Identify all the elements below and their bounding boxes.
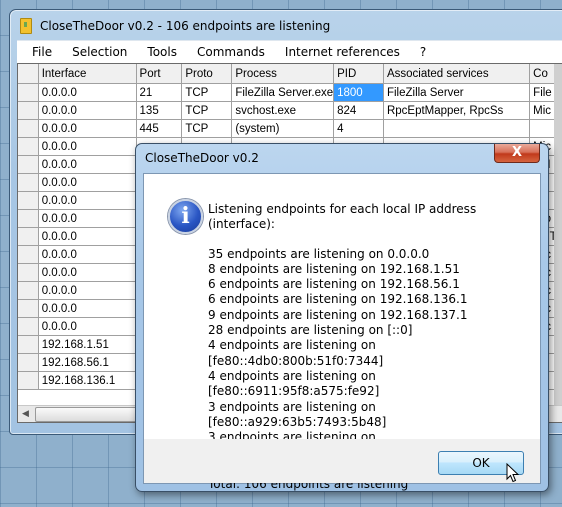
cell-interface[interactable]: 0.0.0.0: [38, 83, 137, 102]
cell-interface[interactable]: 0.0.0.0: [38, 119, 137, 138]
cell-pid[interactable]: 4: [333, 119, 384, 138]
cell-interface[interactable]: 0.0.0.0: [38, 173, 137, 192]
close-icon: X: [511, 145, 523, 160]
cell-proto[interactable]: TCP: [181, 83, 233, 102]
cell-interface[interactable]: 0.0.0.0: [38, 155, 137, 174]
dialog-title: CloseTheDoor v0.2: [145, 151, 259, 165]
column-header-pid[interactable]: PID: [333, 64, 384, 84]
cell-interface[interactable]: 0.0.0.0: [38, 263, 137, 282]
message-line: 4 endpoints are listening on [fe80::6911…: [208, 368, 380, 399]
cell-interface[interactable]: 0.0.0.0: [38, 281, 137, 300]
window-title: CloseTheDoor v0.2 - 106 endpoints are li…: [40, 19, 331, 33]
cell-pid[interactable]: 824: [333, 101, 384, 120]
table-row[interactable]: 0.0.0.0 135 TCP svchost.exe 824 RpcEptMapper,…: [18, 101, 562, 120]
cell-associated-services[interactable]: FileZilla Server: [383, 83, 531, 102]
mouse-cursor-icon: [506, 463, 520, 483]
info-dialog: CloseTheDoor v0.2 X i Listening endpoint…: [135, 143, 549, 492]
row-header[interactable]: [18, 353, 39, 372]
message-line: 6 endpoints are listening on 192.168.136…: [208, 292, 468, 307]
column-header-associated-services[interactable]: Associated services: [383, 64, 531, 84]
row-header[interactable]: [18, 137, 39, 156]
column-header-process[interactable]: Process: [231, 64, 335, 84]
grid-right-edge: [554, 64, 562, 406]
row-header[interactable]: [18, 335, 39, 354]
row-header[interactable]: [18, 101, 39, 120]
row-header[interactable]: [18, 281, 39, 300]
message-line: 3 endpoints are listening on [fe80::a929…: [208, 399, 387, 429]
row-header-corner: [18, 64, 39, 84]
menu-internet-references[interactable]: Internet references: [276, 45, 409, 59]
cell-proto[interactable]: TCP: [181, 101, 233, 120]
row-header[interactable]: [18, 299, 39, 318]
message-line: 35 endpoints are listening on 0.0.0.0: [208, 246, 430, 261]
cell-proto[interactable]: TCP: [181, 119, 233, 138]
message-lines: 35 endpoints are listening on 0.0.0.0 8 e…: [208, 247, 540, 461]
cell-interface[interactable]: 192.168.1.51: [38, 335, 137, 354]
dialog-footer: OK: [144, 439, 540, 483]
message-line: 9 endpoints are listening on 192.168.137…: [208, 307, 468, 322]
title-bar: CloseTheDoor v0.2 - 106 endpoints are li…: [20, 17, 330, 35]
cell-port[interactable]: 445: [136, 119, 183, 138]
cell-interface[interactable]: 0.0.0.0: [38, 101, 137, 120]
dialog-content: i Listening endpoints for each local IP …: [144, 174, 540, 491]
cell-process[interactable]: svchost.exe: [231, 101, 335, 120]
table-row[interactable]: 0.0.0.0 21 TCP FileZilla Server.exe 1800 File…: [18, 83, 562, 102]
dialog-close-button[interactable]: X: [494, 144, 540, 163]
dialog-body: i Listening endpoints for each local IP …: [143, 173, 541, 491]
row-header[interactable]: [18, 83, 39, 102]
message-line: 28 endpoints are listening on [::0]: [208, 323, 413, 338]
menu-bar: File Selection Tools Commands Internet r…: [17, 40, 562, 63]
cell-process[interactable]: FileZilla Server.exe: [231, 83, 335, 102]
cell-interface[interactable]: 0.0.0.0: [38, 317, 137, 336]
column-header-port[interactable]: Port: [136, 64, 183, 84]
menu-commands[interactable]: Commands: [188, 45, 274, 59]
row-header[interactable]: [18, 245, 39, 264]
row-header[interactable]: [18, 317, 39, 336]
cell-associated-services[interactable]: [383, 119, 531, 138]
row-header[interactable]: [18, 371, 39, 390]
message-line: 8 endpoints are listening on 192.168.1.5…: [208, 261, 460, 276]
cell-interface[interactable]: 0.0.0.0: [38, 227, 137, 246]
row-header[interactable]: [18, 155, 39, 174]
table-row[interactable]: 0.0.0.0 445 TCP (system) 4: [18, 119, 562, 138]
menu-selection[interactable]: Selection: [63, 45, 136, 59]
menu-tools[interactable]: Tools: [138, 45, 186, 59]
message-heading: Listening endpoints for each local IP ad…: [208, 202, 477, 232]
cell-interface[interactable]: 0.0.0.0: [38, 299, 137, 318]
cell-interface[interactable]: 192.168.56.1: [38, 353, 137, 372]
cell-interface[interactable]: 0.0.0.0: [38, 191, 137, 210]
cell-process[interactable]: (system): [231, 119, 335, 138]
row-header[interactable]: [18, 227, 39, 246]
column-header-proto[interactable]: Proto: [181, 64, 233, 84]
column-header-interface[interactable]: Interface: [38, 64, 137, 84]
header-row: Interface Port Proto Process PID Associa…: [18, 64, 562, 84]
scroll-left-arrow-icon[interactable]: ◀: [22, 408, 29, 419]
cell-port[interactable]: 135: [136, 101, 183, 120]
row-header[interactable]: [18, 119, 39, 138]
door-app-icon: [20, 18, 32, 34]
cell-associated-services[interactable]: RpcEptMapper, RpcSs: [383, 101, 531, 120]
menu-file[interactable]: File: [23, 45, 61, 59]
row-header[interactable]: [18, 263, 39, 282]
cell-pid[interactable]: 1800: [333, 83, 384, 102]
cell-interface[interactable]: 0.0.0.0: [38, 137, 137, 156]
info-icon: i: [168, 199, 203, 234]
message-line: 6 endpoints are listening on 192.168.56.…: [208, 277, 460, 292]
row-header[interactable]: [18, 191, 39, 210]
cell-interface[interactable]: 0.0.0.0: [38, 209, 137, 228]
cell-interface[interactable]: 192.168.136.1: [38, 371, 137, 390]
row-header[interactable]: [18, 173, 39, 192]
message-line: 4 endpoints are listening on [fe80::4db0…: [208, 338, 384, 368]
cell-port[interactable]: 21: [136, 83, 183, 102]
cell-interface[interactable]: 0.0.0.0: [38, 245, 137, 264]
row-header[interactable]: [18, 209, 39, 228]
menu-help[interactable]: ?: [411, 45, 435, 59]
